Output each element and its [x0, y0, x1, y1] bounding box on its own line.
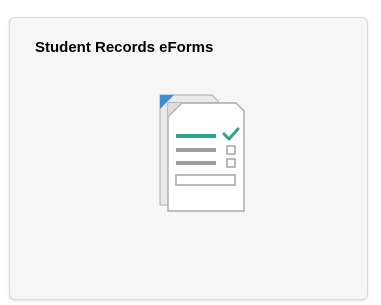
eforms-document-checklist-icon — [152, 87, 262, 217]
tile-title: Student Records eForms — [35, 39, 214, 56]
student-records-eforms-tile[interactable]: Student Records eForms — [9, 17, 368, 300]
